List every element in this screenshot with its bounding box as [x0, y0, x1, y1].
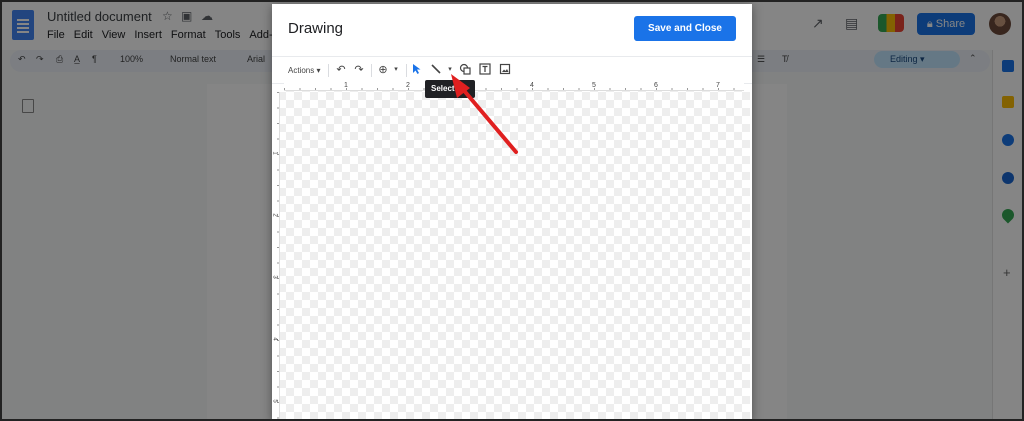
screenshot-frame: Untitled document ☆ ▣ ☁ File Edit View I…	[0, 0, 1024, 421]
annotation-arrow	[451, 74, 518, 154]
